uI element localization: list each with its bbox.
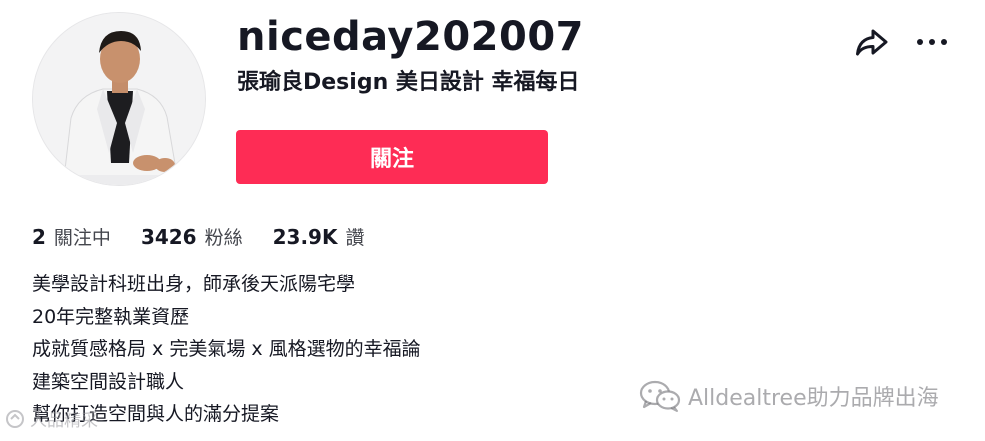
avatar-image — [33, 13, 205, 185]
more-dot — [941, 39, 947, 45]
bio-line: 美學設計科班出身，師承後天派陽宅學 — [32, 273, 356, 295]
likes-count: 23.9K 讚 — [273, 222, 365, 253]
avatar[interactable] — [32, 12, 206, 186]
more-icon[interactable] — [913, 28, 951, 56]
watermark-text: Alldealtree助力品牌出海 — [688, 386, 939, 411]
watermark-left: 人品精采 — [4, 406, 98, 431]
following-count[interactable]: 2 關注中 — [32, 222, 111, 253]
likes-label: 讚 — [345, 227, 365, 249]
watermark-logo-icon — [6, 409, 24, 428]
following-value: 2 — [32, 225, 46, 249]
bio-line: 建築空間設計職人 — [32, 370, 185, 393]
profile-stats: 2 關注中 3426 粉絲 23.9K 讚 — [32, 222, 394, 253]
username: niceday202007 — [237, 14, 584, 60]
followers-value: 3426 — [140, 225, 197, 249]
following-label: 關注中 — [53, 227, 111, 249]
followers-count[interactable]: 3426 粉絲 — [141, 222, 243, 253]
follow-button[interactable]: 關注 — [236, 130, 548, 184]
bio-line: 成就質感格局 x 完美氣場 x 風格選物的幸福論 — [32, 338, 421, 360]
wechat-icon — [639, 380, 681, 412]
bio-line: 20年完整執業資歷 — [32, 305, 190, 328]
watermark: Alldealtree助力品牌出海 — [638, 379, 939, 413]
nickname: 張瑜良Design 美日設計 幸福每日 — [237, 70, 580, 95]
more-dot — [929, 39, 935, 45]
likes-value: 23.9K — [272, 225, 338, 249]
profile-page: niceday202007 張瑜良Design 美日設計 幸福每日 關注 2 關… — [0, 0, 985, 441]
share-icon[interactable] — [853, 23, 891, 61]
followers-label: 粉絲 — [204, 227, 243, 249]
watermark-left-text: 人品精采 — [30, 411, 98, 431]
more-dot — [917, 39, 923, 45]
